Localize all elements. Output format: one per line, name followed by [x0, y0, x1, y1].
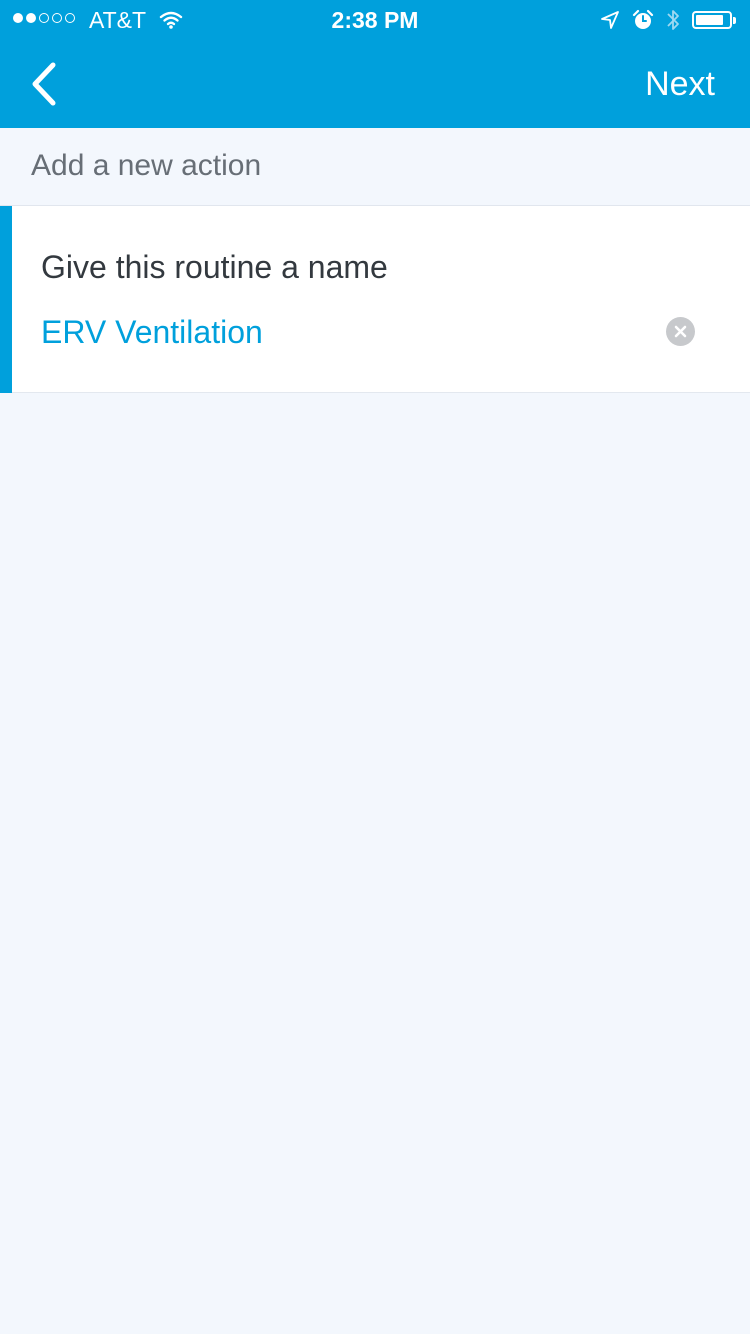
routine-name-input[interactable] [41, 310, 641, 354]
location-arrow-icon [601, 11, 619, 29]
card-accent-bar [0, 206, 12, 393]
routine-name-card: Give this routine a name [0, 206, 750, 393]
next-button[interactable]: Next [645, 64, 715, 104]
bluetooth-icon [667, 10, 679, 30]
routine-name-label: Give this routine a name [41, 249, 388, 285]
section-header: Add a new action [0, 128, 750, 206]
battery-fill [696, 15, 724, 25]
battery-body [692, 11, 732, 29]
back-button[interactable] [22, 60, 66, 108]
alarm-icon [632, 9, 654, 29]
section-title: Add a new action [31, 149, 262, 182]
top-app-bar: AT&T 2:38 PM Next [0, 0, 750, 128]
clear-text-button[interactable] [666, 317, 695, 346]
status-right-icons [600, 8, 738, 32]
chevron-left-icon [32, 62, 56, 106]
status-bar: AT&T 2:38 PM [0, 0, 750, 40]
battery-tip [733, 16, 736, 24]
clear-x-icon [674, 325, 687, 338]
battery-icon [692, 10, 738, 30]
